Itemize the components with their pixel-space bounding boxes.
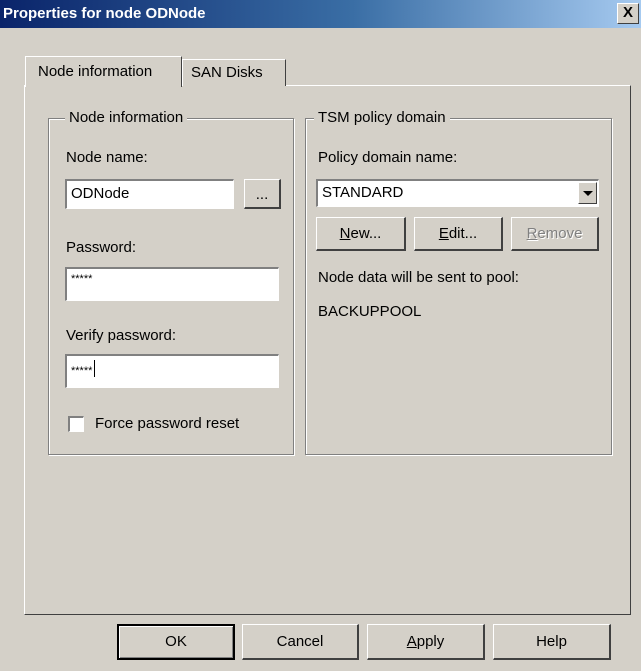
apply-accel: A [406, 633, 417, 650]
pool-info-text: Node data will be sent to pool: [318, 269, 519, 286]
ok-label: OK [165, 633, 187, 650]
policy-domain-name-label: Policy domain name: [318, 149, 458, 166]
help-label: Help [536, 633, 567, 650]
node-name-label: Node name: [66, 149, 148, 166]
tab-panel: Node information Node name: ODNode ... P… [24, 85, 631, 615]
new-accel: N [339, 225, 351, 242]
remove-button[interactable]: Remove [511, 217, 599, 251]
tab-label: SAN Disks [191, 64, 263, 81]
password-label: Password: [66, 239, 137, 256]
force-password-reset-checkbox[interactable] [68, 416, 84, 432]
node-name-input[interactable]: ODNode [65, 179, 234, 209]
close-icon: X [622, 4, 633, 21]
verify-password-label: Verify password: [66, 327, 177, 344]
verify-password-mask: ***** [71, 365, 93, 377]
edit-label: dit... [448, 225, 478, 242]
dropdown-button[interactable] [578, 182, 597, 204]
new-button[interactable]: New... [316, 217, 406, 251]
tab-san-disks[interactable]: SAN Disks [182, 59, 286, 86]
text-cursor [94, 360, 96, 377]
edit-accel: E [438, 225, 449, 242]
title-bar: Properties for node ODNode X [0, 0, 641, 28]
tab-node-information[interactable]: Node information [25, 56, 182, 87]
policy-domain-select[interactable]: STANDARD [316, 179, 599, 207]
password-mask: ***** [71, 273, 93, 285]
apply-label: pply [416, 633, 445, 650]
new-label: ew... [350, 225, 382, 242]
group-legend: TSM policy domain [314, 109, 450, 126]
browse-button[interactable]: ... [244, 179, 281, 209]
ok-button[interactable]: OK [117, 624, 235, 660]
group-legend: Node information [65, 109, 188, 126]
password-field[interactable]: ***** [65, 267, 279, 301]
apply-button[interactable]: Apply [367, 624, 485, 660]
remove-label: emove [537, 225, 583, 242]
help-button[interactable]: Help [493, 624, 611, 660]
browse-label: ... [255, 186, 269, 203]
node-information-group: Node information Node name: ODNode ... P… [48, 109, 294, 455]
force-password-reset-label[interactable]: Force password reset [95, 415, 239, 432]
pool-name: BACKUPPOOL [318, 303, 422, 320]
window-title: Properties for node ODNode [3, 5, 206, 22]
tsm-policy-domain-group: TSM policy domain Policy domain name: ST… [305, 109, 612, 455]
chevron-down-icon [583, 191, 593, 196]
node-name-value: ODNode [71, 185, 130, 202]
tab-label: Node information [38, 63, 153, 80]
cancel-button[interactable]: Cancel [242, 624, 359, 660]
policy-domain-value: STANDARD [322, 184, 404, 201]
cancel-label: Cancel [276, 633, 324, 650]
edit-button[interactable]: Edit... [414, 217, 503, 251]
close-button[interactable]: X [617, 3, 639, 24]
remove-accel: R [526, 225, 538, 242]
verify-password-field[interactable]: ***** [65, 354, 279, 388]
